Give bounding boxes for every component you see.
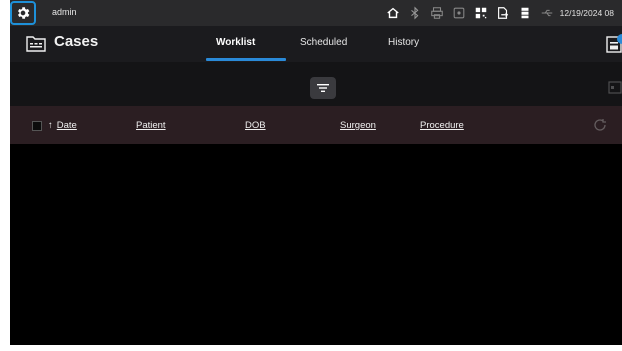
sort-ascending-icon: ↑ xyxy=(48,120,53,131)
active-tab-indicator xyxy=(206,58,286,61)
record-icon[interactable] xyxy=(450,5,468,21)
server-icon[interactable] xyxy=(516,5,534,21)
bluetooth-icon[interactable] xyxy=(406,5,424,21)
app-frame: admin 12/19/2024 08 Cases Worklist Sched… xyxy=(10,0,622,345)
gear-icon xyxy=(18,7,30,19)
filter-icon xyxy=(317,84,329,92)
filter-bar xyxy=(10,62,622,106)
column-surgeon[interactable]: Surgeon xyxy=(340,120,376,131)
page-title: Cases xyxy=(54,33,99,50)
table-header: ↑ Date Patient DOB Surgeon Procedure xyxy=(10,106,622,144)
settings-button[interactable] xyxy=(10,1,36,25)
current-user: admin xyxy=(52,7,77,17)
tab-history[interactable]: History xyxy=(388,37,419,48)
tab-scheduled[interactable]: Scheduled xyxy=(300,37,347,48)
qr-code-icon[interactable] xyxy=(472,5,490,21)
tab-worklist[interactable]: Worklist xyxy=(216,37,255,48)
cases-icon xyxy=(26,36,46,52)
calendar-icon[interactable] xyxy=(608,80,622,94)
date-time: 12/19/2024 08 xyxy=(559,8,614,18)
table-body xyxy=(10,144,622,345)
select-all-checkbox[interactable] xyxy=(32,121,42,131)
column-patient[interactable]: Patient xyxy=(136,120,166,131)
column-date[interactable]: ↑ Date xyxy=(48,120,77,131)
column-dob[interactable]: DOB xyxy=(245,120,266,131)
file-export-icon[interactable] xyxy=(494,5,512,21)
column-date-label: Date xyxy=(56,120,77,131)
printer-icon[interactable] xyxy=(428,5,446,21)
column-procedure[interactable]: Procedure xyxy=(420,120,464,131)
add-case-icon[interactable] xyxy=(606,34,622,54)
home-icon[interactable] xyxy=(384,5,402,21)
status-bar: admin 12/19/2024 08 xyxy=(10,0,622,26)
cases-header: Cases Worklist Scheduled History xyxy=(10,26,622,62)
status-icons: 12/19/2024 08 xyxy=(380,4,614,22)
usb-icon[interactable] xyxy=(538,5,556,21)
refresh-icon[interactable] xyxy=(593,118,607,132)
filter-button[interactable] xyxy=(310,77,336,99)
